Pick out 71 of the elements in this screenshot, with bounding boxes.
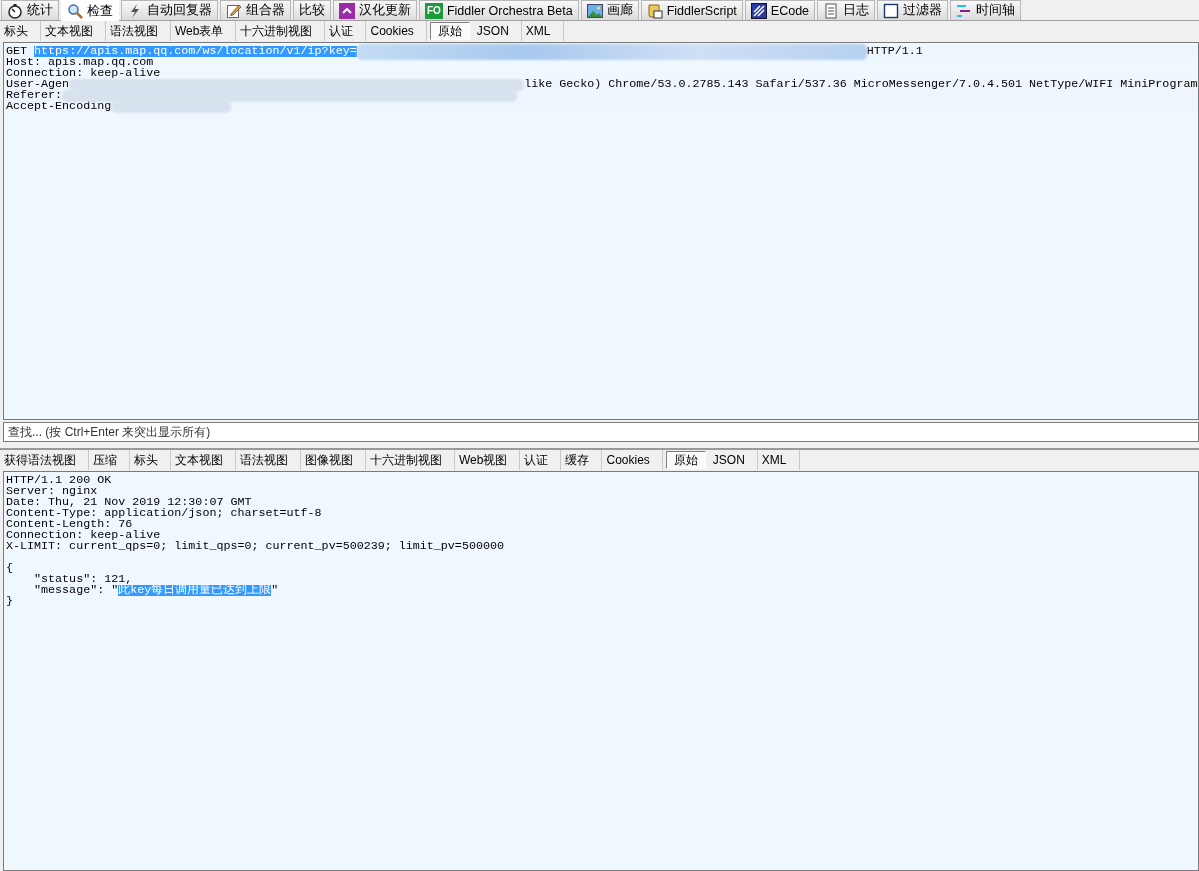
code-text: Connection: keep-alive (6, 68, 161, 79)
main-tab[interactable]: 过滤器 (877, 0, 949, 20)
request-view-tab[interactable]: Web表单 (171, 21, 237, 41)
code-text: HTTP/1.1 (866, 46, 923, 57)
request-view-tab[interactable]: Cookies (366, 21, 427, 41)
code-text: HTTP/1.1 200 OK (6, 475, 112, 486)
response-view-tab[interactable]: 获得语法视图 (0, 450, 89, 470)
response-view-tab[interactable]: 语法视图 (236, 450, 301, 470)
code-text: " (271, 585, 279, 596)
selected-text: https://apis.map.qq.com/ws/location/v1/ip?key= (34, 46, 357, 57)
find-field[interactable]: 查找... (按 Ctrl+Enter 来突出显示所有) (3, 422, 1199, 442)
response-view-tab[interactable]: 缓存 (561, 450, 603, 470)
timeline-icon (956, 2, 973, 19)
caret-up-icon (339, 2, 355, 19)
code-text: Accept-Encoding (6, 101, 112, 112)
document-icon (823, 2, 840, 19)
response-view-tab[interactable]: XML (757, 450, 800, 470)
response-view-tab[interactable]: 文本视图 (171, 450, 236, 470)
main-tab[interactable]: 比较 (293, 0, 331, 20)
main-tab[interactable]: 日志 (817, 0, 876, 20)
magnifier-icon (67, 3, 83, 19)
response-view-tab[interactable]: Web视图 (455, 450, 521, 470)
response-view-tab[interactable]: JSON (708, 450, 758, 470)
request-view-tab[interactable]: 语法视图 (106, 21, 171, 41)
code-text: Connection: keep-alive (6, 530, 161, 541)
scroll-icon (646, 2, 663, 19)
code-text: Date: Thu, 21 Nov 2019 12:30:07 GMT (6, 497, 252, 508)
code-text: "message": " (33, 585, 119, 596)
main-tab[interactable]: 画廊 (580, 0, 639, 20)
picture-icon (586, 2, 603, 19)
code-text: "status": 121, (33, 574, 133, 585)
striped-square-icon (750, 2, 767, 19)
code-text: Server: nginx (6, 486, 98, 497)
main-tab[interactable]: 自动回复器 (121, 0, 218, 20)
code-text: like Gecko) Chrome/53.0.2785.143 Safari/537.36 MicroMessenger/7.0.4.501 NetType/WIFI MiniProgram (524, 79, 1198, 90)
request-view-tab[interactable]: JSON (472, 21, 522, 41)
main-tab[interactable]: FO Fiddler Orchestra Beta (419, 0, 579, 20)
code-text: Content-Length: 76 (6, 519, 133, 530)
stopwatch-icon (7, 2, 23, 19)
main-tab[interactable]: 组合器 (220, 0, 291, 20)
code-text: User-Agen (6, 79, 70, 90)
request-view-tab[interactable]: 十六进制视图 (236, 21, 326, 41)
code-text: Content-Type: application/json; charset=utf-8 (6, 508, 322, 519)
code-text: } (6, 596, 13, 607)
checkbox-icon (883, 2, 900, 19)
code-text: { (6, 563, 13, 574)
response-view-tab[interactable]: 压缩 (89, 450, 130, 470)
main-tab[interactable]: 时间轴 (950, 0, 1022, 20)
fo-badge: FO (425, 2, 443, 19)
notepad-pencil-icon (226, 2, 242, 19)
response-view-tab[interactable]: 原始 (665, 451, 706, 469)
code-text: Host: apis.map.qq.com (6, 57, 154, 68)
main-tab[interactable]: 检查 (61, 0, 119, 21)
request-view-tab[interactable]: 文本视图 (41, 21, 106, 41)
request-view-tab[interactable]: 认证 (325, 21, 367, 41)
code-text: X-LIMIT: current_qps=0; limit_qps=0; current_pv=500239; limit_pv=500000 (6, 541, 504, 552)
response-view-tab[interactable]: 标头 (130, 450, 171, 470)
response-view-tab[interactable]: 认证 (520, 450, 562, 470)
main-tab[interactable]: FiddlerScript (640, 0, 743, 20)
main-tab[interactable]: ECode (744, 0, 816, 20)
main-tab[interactable]: 汉化更新 (333, 0, 417, 20)
response-view-tab[interactable]: Cookies (602, 450, 663, 470)
response-view-tab[interactable]: 十六进制视图 (366, 450, 455, 470)
request-view-tab[interactable]: XML (521, 21, 564, 41)
code-text: GET (6, 46, 29, 57)
request-view-tab[interactable]: 标头 (0, 21, 41, 41)
selected-text: 此key每日调用量已达到上限 (118, 585, 272, 596)
code-text: Referer: (6, 90, 63, 101)
request-view-tab[interactable]: 原始 (429, 22, 470, 40)
main-tab[interactable]: 统计 (1, 0, 59, 20)
response-view-tab[interactable]: 图像视图 (301, 450, 366, 470)
